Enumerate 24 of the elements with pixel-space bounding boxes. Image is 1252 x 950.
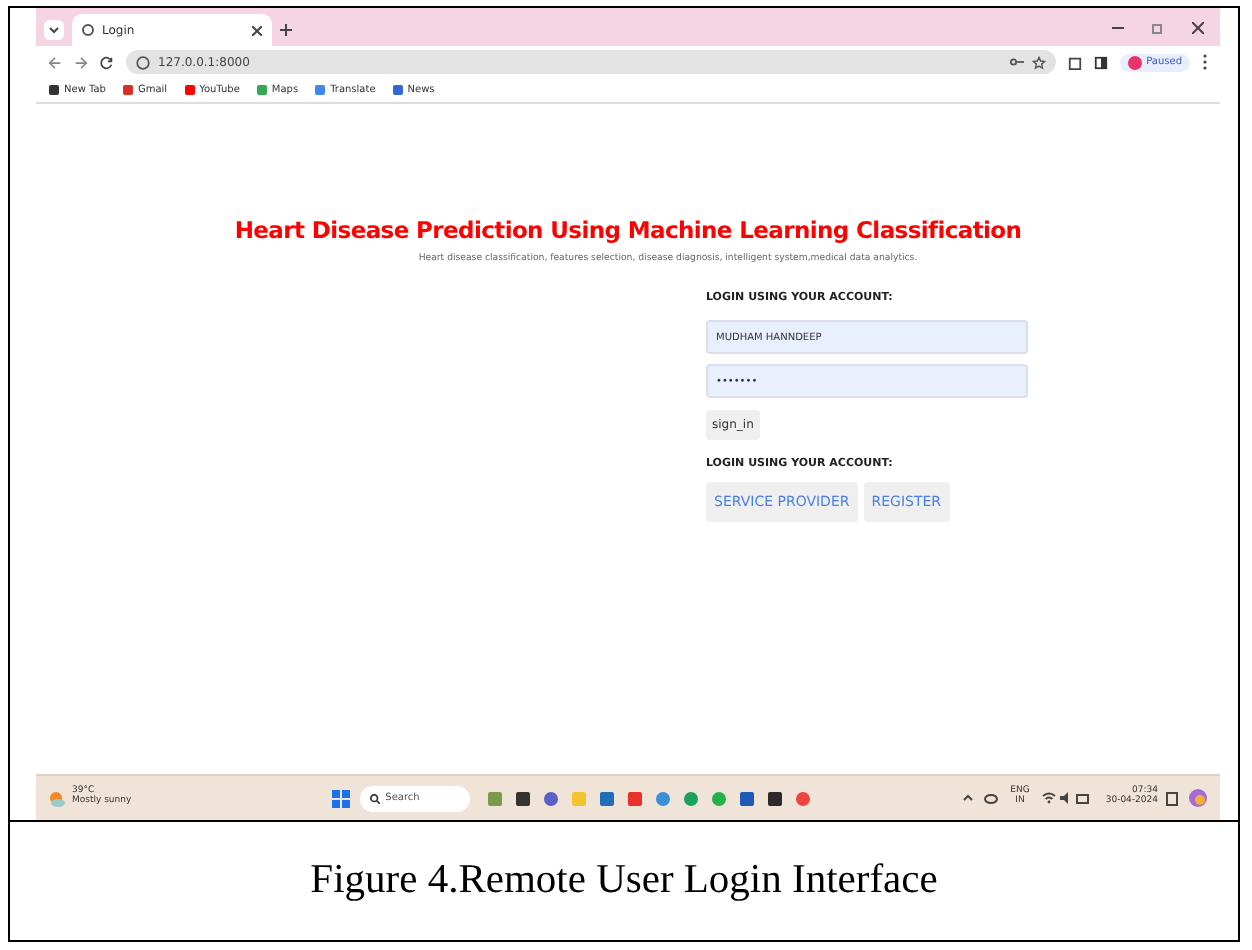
minimize-icon[interactable] xyxy=(1112,22,1124,34)
close-icon[interactable] xyxy=(252,25,262,35)
plus-icon[interactable] xyxy=(280,24,292,36)
side-panel-icon[interactable] xyxy=(1094,55,1109,69)
restore-icon[interactable] xyxy=(1152,22,1164,34)
speaker-icon[interactable] xyxy=(1059,792,1072,804)
star-icon[interactable] xyxy=(1032,55,1047,69)
back-arrow-icon[interactable] xyxy=(48,55,62,69)
more-icon[interactable] xyxy=(1202,54,1208,70)
start-icon[interactable] xyxy=(331,789,350,807)
extensions-icon[interactable] xyxy=(1068,55,1083,69)
close-icon[interactable] xyxy=(1192,22,1204,34)
search-icon xyxy=(369,793,380,803)
chevron-up-icon[interactable] xyxy=(962,792,975,804)
figure-caption: Figure 4.Remote User Login Interface xyxy=(10,820,1238,940)
battery-icon[interactable] xyxy=(1075,793,1090,803)
avatar-icon xyxy=(1128,55,1143,69)
key-icon[interactable] xyxy=(1010,56,1025,68)
forward-arrow-icon[interactable] xyxy=(74,55,88,69)
wifi-icon[interactable] xyxy=(1041,792,1056,804)
reload-icon[interactable] xyxy=(100,55,114,69)
notification-icon[interactable] xyxy=(1166,791,1178,805)
page-title: Heart Disease Prediction Using Machine Learning Classification xyxy=(234,216,1022,244)
chevron-down-icon[interactable] xyxy=(44,20,64,40)
